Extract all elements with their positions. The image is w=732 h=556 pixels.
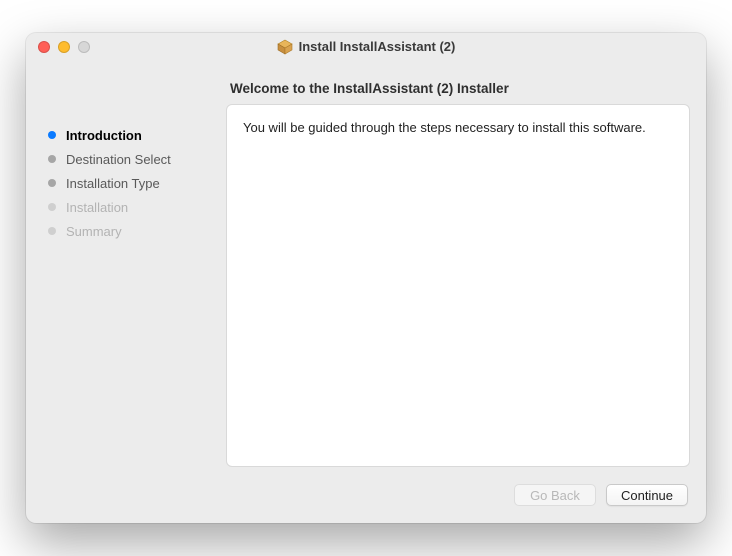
- bullet-icon: [48, 179, 56, 187]
- window-body: Introduction Destination Select Installa…: [26, 61, 706, 523]
- window-title: Install InstallAssistant (2): [299, 39, 456, 54]
- columns: Introduction Destination Select Installa…: [26, 61, 706, 467]
- sidebar-item-introduction: Introduction: [48, 123, 212, 147]
- bullet-icon: [48, 227, 56, 235]
- sidebar-item-installation-type: Installation Type: [48, 171, 212, 195]
- installer-window: Install InstallAssistant (2) Introductio…: [26, 33, 706, 523]
- title-wrap: Install InstallAssistant (2): [26, 39, 706, 55]
- bullet-icon: [48, 131, 56, 139]
- content-panel: You will be guided through the steps nec…: [226, 104, 690, 467]
- step-label: Destination Select: [66, 152, 171, 167]
- main-area: Welcome to the InstallAssistant (2) Inst…: [226, 71, 690, 467]
- sidebar-item-installation: Installation: [48, 195, 212, 219]
- sidebar-item-destination-select: Destination Select: [48, 147, 212, 171]
- page-heading: Welcome to the InstallAssistant (2) Inst…: [226, 71, 690, 104]
- footer: Go Back Continue: [26, 467, 706, 523]
- sidebar-item-summary: Summary: [48, 219, 212, 243]
- minimize-icon[interactable]: [58, 41, 70, 53]
- sidebar: Introduction Destination Select Installa…: [42, 71, 212, 467]
- bullet-icon: [48, 203, 56, 211]
- step-label: Installation: [66, 200, 128, 215]
- titlebar: Install InstallAssistant (2): [26, 33, 706, 61]
- step-label: Installation Type: [66, 176, 160, 191]
- step-label: Summary: [66, 224, 122, 239]
- close-icon[interactable]: [38, 41, 50, 53]
- step-label: Introduction: [66, 128, 142, 143]
- body-text: You will be guided through the steps nec…: [243, 120, 646, 135]
- bullet-icon: [48, 155, 56, 163]
- package-icon: [277, 39, 293, 55]
- continue-button[interactable]: Continue: [606, 484, 688, 506]
- go-back-button: Go Back: [514, 484, 596, 506]
- traffic-lights: [26, 41, 90, 53]
- maximize-icon: [78, 41, 90, 53]
